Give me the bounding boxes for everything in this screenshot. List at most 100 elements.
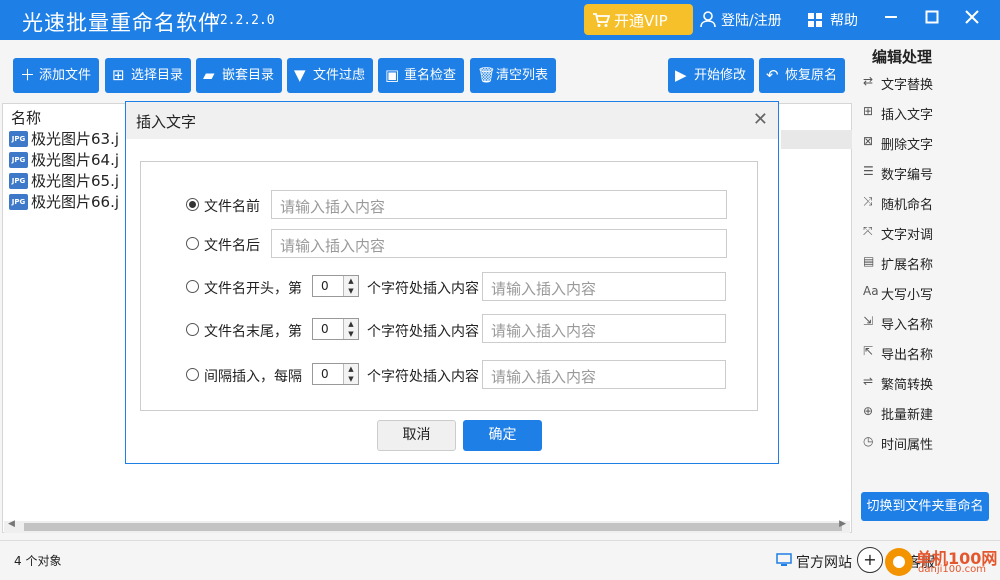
- option-start[interactable]: 文件名开头，第: [186, 278, 302, 298]
- vip-button[interactable]: 开通VIP: [584, 4, 693, 35]
- panel-item-replace[interactable]: ⇄ 文字替换: [863, 74, 933, 93]
- title-bar: 光速批量重命名软件 V2.2.2.0 开通VIP 登陆/注册 帮助: [0, 0, 1000, 40]
- panel-item-number[interactable]: ☰ 数字编号: [863, 164, 933, 183]
- option-before[interactable]: 文件名前: [186, 196, 260, 216]
- help-button[interactable]: 帮助: [808, 10, 858, 30]
- start-position-stepper[interactable]: 0 ▲ ▼: [312, 275, 359, 297]
- watermark-logo: [885, 548, 913, 576]
- nested-dir-button[interactable]: ▰ 嵌套目录: [196, 58, 282, 93]
- list-item[interactable]: JPG 极光图片65.j: [9, 170, 119, 191]
- ok-button[interactable]: 确定: [463, 420, 542, 451]
- panel-item-random[interactable]: ⤨ 随机命名: [863, 194, 933, 213]
- panel-item-import[interactable]: ⇲ 导入名称: [863, 314, 933, 333]
- start-suffix-label: 个字符处插入内容: [367, 281, 479, 297]
- plus-icon: ＋: [20, 66, 36, 84]
- option-after[interactable]: 文件名后: [186, 235, 260, 255]
- dialog-close-icon[interactable]: ✕: [753, 109, 768, 130]
- exchange-icon: ⤧: [863, 224, 873, 238]
- end-suffix-label: 个字符处插入内容: [367, 324, 479, 340]
- file-filter-button[interactable]: ▼ 文件过虑: [287, 58, 373, 93]
- clear-list-button[interactable]: 🗑 清空列表: [470, 58, 556, 93]
- insert-interval-input[interactable]: 请输入插入内容: [482, 360, 726, 389]
- list-item[interactable]: JPG 极光图片64.j: [9, 149, 119, 170]
- interval-stepper[interactable]: 0 ▲ ▼: [312, 363, 359, 385]
- login-label: 登陆/注册: [721, 13, 782, 29]
- radio-start[interactable]: [186, 280, 199, 293]
- panel-item-swap[interactable]: ⤧ 文字对调: [863, 224, 933, 243]
- object-count: 4 个对象: [14, 554, 62, 568]
- check-icon: ▣: [385, 66, 400, 84]
- maximize-icon[interactable]: [917, 6, 947, 32]
- list-item[interactable]: JPG 极光图片66.j: [9, 191, 119, 212]
- radio-interval[interactable]: [186, 368, 199, 381]
- list-item[interactable]: JPG 极光图片63.j: [9, 128, 119, 149]
- panel-item-export[interactable]: ⇱ 导出名称: [863, 344, 933, 363]
- import-icon: ⇲: [863, 314, 874, 328]
- end-position-stepper[interactable]: 0 ▲ ▼: [312, 318, 359, 340]
- option-interval[interactable]: 间隔插入，每隔: [186, 366, 302, 386]
- convert-icon: ⇌: [863, 374, 874, 388]
- help-label: 帮助: [830, 13, 858, 29]
- insert-end-input[interactable]: 请输入插入内容: [482, 314, 726, 343]
- horizontal-scrollbar[interactable]: ◀ ▶: [4, 519, 850, 533]
- panel-item-batch-new[interactable]: ⊕ 批量新建: [863, 404, 933, 423]
- panel-item-insert[interactable]: ⊞ 插入文字: [863, 104, 933, 123]
- stepper-arrows-icon[interactable]: ▲ ▼: [343, 319, 358, 339]
- stepper-arrows-icon[interactable]: ▲ ▼: [343, 276, 358, 296]
- insert-text-dialog: 插入文字 ✕ 文件名前 请输入插入内容 文件名后 请输入插入内容 文件名开头，第…: [125, 101, 779, 464]
- close-icon[interactable]: [957, 6, 987, 32]
- folder-add-icon: ⊞: [112, 66, 125, 84]
- insert-icon: ⊞: [863, 104, 874, 118]
- insert-start-input[interactable]: 请输入插入内容: [482, 272, 726, 301]
- column-header-name[interactable]: 名称: [11, 107, 41, 128]
- insert-after-input[interactable]: 请输入插入内容: [271, 229, 727, 258]
- undo-icon: ↶: [766, 66, 779, 84]
- restore-name-button[interactable]: ↶ 恢复原名: [759, 58, 845, 93]
- panel-item-delete[interactable]: ⊠ 删除文字: [863, 134, 933, 153]
- cancel-button[interactable]: 取消: [377, 420, 456, 451]
- jpg-file-icon: JPG: [9, 131, 28, 147]
- trash-icon: 🗑: [477, 66, 497, 84]
- panel-item-convert[interactable]: ⇌ 繁简转换: [863, 374, 933, 393]
- export-icon: ⇱: [863, 344, 874, 358]
- select-dir-button[interactable]: ⊞ 选择目录: [105, 58, 191, 93]
- panel-item-time[interactable]: ◷ 时间属性: [863, 434, 933, 453]
- folder-icon: ▰: [203, 66, 215, 84]
- radio-end[interactable]: [186, 323, 199, 336]
- jpg-file-icon: JPG: [9, 173, 28, 189]
- row-highlight: [781, 130, 852, 149]
- radio-after[interactable]: [186, 237, 199, 250]
- scroll-left-icon[interactable]: ◀: [8, 519, 15, 529]
- edit-panel: 编辑处理 ⇄ 文字替换 ⊞ 插入文字 ⊠ 删除文字 ☰ 数字编号 ⤨ 随机命名 ⤧ 文字对调…: [854, 40, 1000, 535]
- official-site-link[interactable]: 官方网站: [776, 552, 852, 572]
- dialog-header: 插入文字 ✕: [126, 102, 778, 139]
- rename-check-button[interactable]: ▣ 重名检查: [378, 58, 464, 93]
- radio-before[interactable]: [186, 198, 199, 211]
- panel-item-extension[interactable]: ▤ 扩展名称: [863, 254, 933, 273]
- add-file-button[interactable]: ＋ 添加文件: [13, 58, 99, 93]
- panel-item-case[interactable]: Aa 大写小写: [863, 284, 933, 303]
- vip-label: 开通VIP: [614, 12, 668, 30]
- list-number-icon: ☰: [863, 164, 874, 178]
- extension-icon: ▤: [863, 254, 875, 268]
- app-title: 光速批量重命名软件: [22, 11, 220, 35]
- scrollbar-thumb[interactable]: [24, 523, 842, 531]
- user-icon: [699, 10, 717, 32]
- switch-folder-button[interactable]: 切换到文件夹重命名: [861, 492, 989, 521]
- jpg-file-icon: JPG: [9, 152, 28, 168]
- app-version: V2.2.2.0: [212, 13, 275, 28]
- stepper-arrows-icon[interactable]: ▲ ▼: [343, 364, 358, 384]
- login-button[interactable]: 登陆/注册: [699, 10, 782, 30]
- cart-icon: [592, 12, 611, 32]
- start-modify-button[interactable]: ▶ 开始修改: [668, 58, 754, 93]
- swap-icon: ⇄: [863, 74, 874, 88]
- insert-before-input[interactable]: 请输入插入内容: [271, 190, 727, 219]
- monitor-icon: [776, 553, 792, 571]
- option-end[interactable]: 文件名末尾，第: [186, 321, 302, 341]
- interval-suffix-label: 个字符处插入内容: [367, 369, 479, 385]
- minimize-icon[interactable]: [876, 6, 906, 32]
- dialog-title: 插入文字: [136, 113, 197, 131]
- scroll-right-icon[interactable]: ▶: [839, 519, 846, 529]
- add-circle-icon[interactable]: +: [857, 547, 883, 573]
- delete-icon: ⊠: [863, 134, 874, 148]
